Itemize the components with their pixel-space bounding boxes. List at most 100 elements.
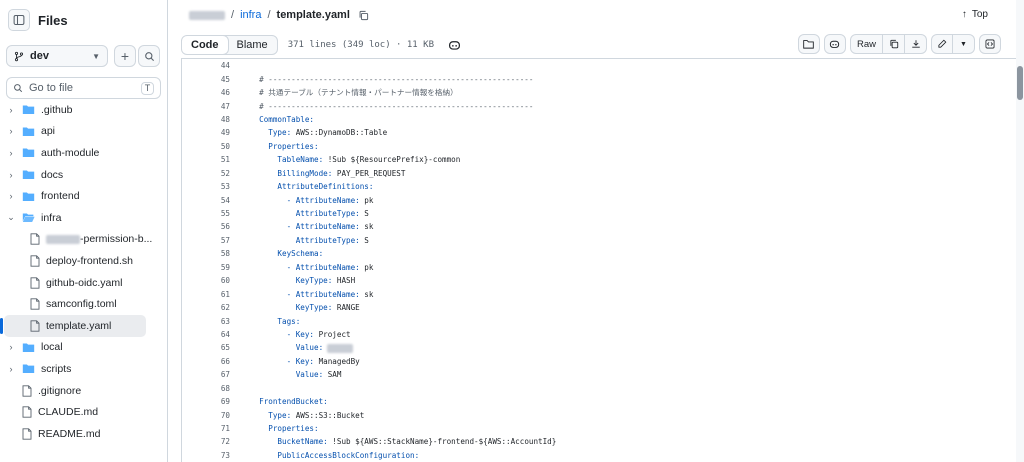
line-number[interactable]: 62 [182, 303, 230, 312]
tree-file[interactable]: -permission-b... [0, 229, 168, 251]
top-button[interactable]: ↑ Top [962, 9, 988, 20]
code-line: 68 [182, 382, 556, 395]
chevron-right-icon[interactable]: › [6, 191, 16, 201]
code-text: PublicAccessBlockConfiguration: [250, 450, 420, 460]
line-number[interactable]: 65 [182, 343, 230, 352]
tree-folder[interactable]: › local [0, 337, 168, 359]
tree-file[interactable]: template.yaml [0, 314, 146, 337]
line-number[interactable]: 54 [182, 196, 230, 205]
copilot-button[interactable] [448, 39, 461, 51]
branch-selector[interactable]: dev ▼ [6, 45, 108, 67]
edit-options-button[interactable]: ▼ [953, 34, 975, 54]
chevron-right-icon[interactable]: › [6, 105, 16, 115]
tree-folder[interactable]: › api [0, 121, 168, 143]
add-file-button[interactable]: + [114, 45, 136, 67]
line-number[interactable]: 46 [182, 88, 230, 97]
breadcrumb-folder-link[interactable]: infra [240, 9, 261, 21]
line-number[interactable]: 57 [182, 236, 230, 245]
line-number[interactable]: 48 [182, 115, 230, 124]
line-number[interactable]: 47 [182, 102, 230, 111]
line-number[interactable]: 56 [182, 222, 230, 231]
line-number[interactable]: 70 [182, 411, 230, 420]
page-scrollbar[interactable] [1016, 0, 1024, 462]
caret-down-icon: ▼ [92, 51, 100, 61]
line-number[interactable]: 60 [182, 276, 230, 285]
collapse-sidebar-button[interactable] [8, 9, 30, 31]
code-line: 60 KeyType: HASH [182, 274, 556, 287]
tree-folder[interactable]: › auth-module [0, 142, 168, 164]
chevron-right-icon[interactable]: › [6, 364, 16, 374]
code-text: - AttributeName: pk [250, 195, 374, 205]
edit-button[interactable] [931, 34, 953, 54]
tree-file[interactable]: samconfig.toml [0, 293, 168, 315]
symbols-panel-button[interactable] [979, 34, 1001, 54]
raw-button[interactable]: Raw [849, 34, 883, 54]
tree-file[interactable]: CLAUDE.md [0, 401, 168, 423]
code-text: Type: AWS::S3::Bucket [250, 410, 365, 420]
line-number[interactable]: 67 [182, 370, 230, 379]
tree-item-label: frontend [41, 190, 80, 203]
copilot-chat-button[interactable] [823, 34, 846, 54]
line-number[interactable]: 71 [182, 424, 230, 433]
line-number[interactable]: 52 [182, 169, 230, 178]
tree-file[interactable]: README.md [0, 423, 168, 445]
code-text: AttributeType: S [250, 235, 369, 245]
scrollbar-thumb[interactable] [1017, 66, 1023, 100]
file-view: / infra / template.yaml ↑ Top Code Blame… [169, 0, 1016, 462]
tree-folder[interactable]: ⌄ infra [0, 207, 168, 229]
code-text: Value: [250, 343, 354, 353]
copy-raw-button[interactable] [883, 34, 905, 54]
search-button[interactable] [138, 45, 160, 67]
line-number[interactable]: 59 [182, 263, 230, 272]
line-number[interactable]: 64 [182, 330, 230, 339]
line-number[interactable]: 66 [182, 357, 230, 366]
code-text: # --------------------------------------… [250, 74, 534, 84]
code-text: BucketName: !Sub ${AWS::StackName}-front… [250, 437, 557, 447]
tree-folder[interactable]: › scripts [0, 358, 168, 380]
download-button[interactable] [905, 34, 927, 54]
line-number[interactable]: 69 [182, 397, 230, 406]
go-to-file-input[interactable]: Go to file T [6, 77, 161, 99]
line-number[interactable]: 68 [182, 384, 230, 393]
tab-code[interactable]: Code [181, 36, 229, 54]
line-number[interactable]: 61 [182, 290, 230, 299]
line-number[interactable]: 45 [182, 75, 230, 84]
chevron-right-icon[interactable]: › [6, 342, 16, 352]
code-text: FrontendBucket: [250, 397, 328, 407]
line-number[interactable]: 51 [182, 155, 230, 164]
tree-file[interactable]: .gitignore [0, 380, 168, 402]
code-text: Type: AWS::DynamoDB::Table [250, 128, 388, 138]
redacted-repo-link[interactable] [189, 10, 225, 20]
tree-folder[interactable]: › docs [0, 164, 168, 186]
tree-folder[interactable]: › .github [0, 99, 168, 121]
redacted-value [327, 343, 354, 353]
tree-file[interactable]: deploy-frontend.sh [0, 250, 168, 272]
tree-file[interactable]: github-oidc.yaml [0, 272, 168, 294]
code-line: 47 # -----------------------------------… [182, 99, 556, 112]
file-icon [30, 276, 40, 289]
line-number[interactable]: 63 [182, 317, 230, 326]
chevron-right-icon[interactable]: › [6, 126, 16, 136]
chevron-right-icon[interactable]: › [6, 170, 16, 180]
code-text: - AttributeName: sk [250, 222, 374, 232]
chevron-right-icon[interactable]: › [6, 148, 16, 158]
code-line: 49 Type: AWS::DynamoDB::Table [182, 126, 556, 139]
line-number[interactable]: 44 [182, 61, 230, 70]
line-number[interactable]: 53 [182, 182, 230, 191]
chevron-down-icon[interactable]: ⌄ [6, 212, 16, 223]
line-number[interactable]: 58 [182, 249, 230, 258]
line-number[interactable]: 72 [182, 437, 230, 446]
tab-blame[interactable]: Blame [228, 36, 277, 54]
line-number[interactable]: 73 [182, 451, 230, 460]
code-viewer[interactable]: 44 45 # ---------------------------------… [181, 58, 1016, 462]
line-number[interactable]: 49 [182, 128, 230, 137]
code-line: 64 - Key: Project [182, 328, 556, 341]
tree-folder[interactable]: › frontend [0, 185, 168, 207]
code-text: - Key: Project [250, 329, 351, 339]
open-folder-button[interactable] [797, 34, 820, 54]
line-number[interactable]: 55 [182, 209, 230, 218]
code-line: 61 - AttributeName: sk [182, 287, 556, 300]
code-text: KeySchema: [250, 249, 324, 259]
line-number[interactable]: 50 [182, 142, 230, 151]
copy-path-button[interactable] [358, 10, 369, 21]
